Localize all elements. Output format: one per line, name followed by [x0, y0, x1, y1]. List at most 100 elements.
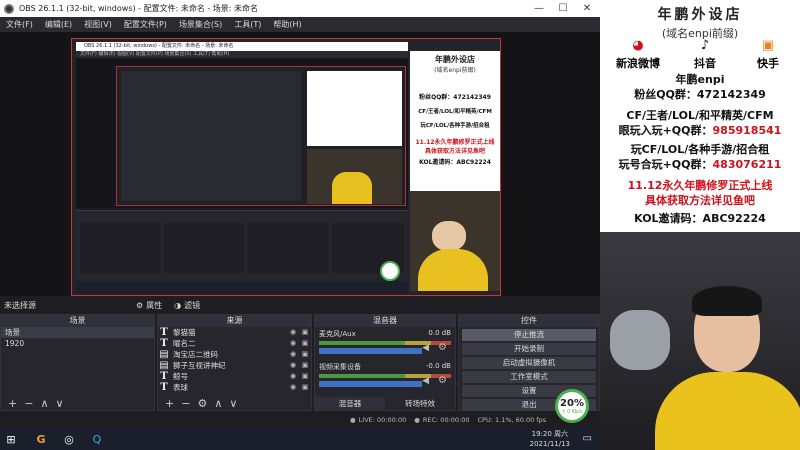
menu-tools[interactable]: 工具(T): [234, 19, 261, 30]
live-icon: ●: [350, 415, 356, 424]
canvas-overlay-panel: 年鹏外设店 (域名enpi前缀) 粉丝QQ群：472142349 CF/王者/L…: [410, 51, 500, 291]
volume-slider[interactable]: [319, 381, 422, 387]
overlay-line9: KOL邀请码：ABC92224: [634, 212, 766, 225]
scenes-title: 场景: [1, 315, 154, 327]
eye-icon[interactable]: ◉: [287, 338, 299, 349]
app-q-icon[interactable]: Q: [86, 428, 108, 450]
source-row[interactable]: T 曜名二 ◉ ▣: [158, 338, 311, 349]
social-label: 新浪微博: [616, 57, 660, 70]
close-icon[interactable]: ✕: [576, 0, 598, 17]
track-db: 0.0 dB: [428, 329, 451, 337]
source-row[interactable]: ▤ 狮子互视讲神纪 ◉ ▣: [158, 360, 311, 371]
speaker-icon[interactable]: ◀: [422, 343, 429, 353]
cpu-percent: 20%: [560, 398, 584, 409]
properties-button[interactable]: 属性: [146, 300, 162, 311]
person-hair: [692, 286, 762, 316]
windows-start-icon[interactable]: ⊞: [0, 428, 22, 450]
start-recording-button[interactable]: 开始录制: [462, 343, 596, 355]
canvas-overlay-line8: 具体获取方法详见鱼吧: [424, 148, 485, 155]
filters-icon[interactable]: ◑: [174, 301, 181, 310]
gear-icon[interactable]: ⚙: [438, 342, 447, 353]
add-scene-icon[interactable]: +: [8, 397, 17, 410]
source-label: 淘宝店二维码: [173, 350, 218, 359]
source-row[interactable]: T 表球 ◉ ▣: [158, 382, 311, 393]
kuaishou-icon: ▣: [761, 38, 775, 53]
move-down-icon[interactable]: ∨: [229, 397, 237, 410]
menu-edit[interactable]: 编辑(E): [45, 19, 72, 30]
taskbar: ⊞ G ◎ Q 19:20 周六 2021/11/13 ▭: [0, 428, 600, 450]
source-row[interactable]: T 鲸号 ◉ ▣: [158, 371, 311, 382]
obs-taskbar-icon[interactable]: ◎: [58, 428, 80, 450]
source-row[interactable]: T 黎猫猫 ◉ ▣: [158, 327, 311, 338]
studio-mode-button[interactable]: 工作室模式: [462, 371, 596, 383]
preview-canvas[interactable]: OBS 26.1.1 (32-bit, windows) - 配置文件: 未命名…: [71, 38, 501, 296]
eye-icon[interactable]: ◉: [287, 371, 299, 382]
overlay-line8: 具体获取方法详见鱼吧: [645, 194, 755, 207]
virtual-camera-button[interactable]: 启动虚拟摄像机: [462, 357, 596, 369]
move-down-icon[interactable]: ∨: [56, 397, 64, 410]
lock-icon[interactable]: ▣: [299, 349, 311, 360]
volume-meter: [319, 341, 451, 345]
tab-mixer[interactable]: 混音器: [315, 397, 385, 410]
scene-item[interactable]: 场景: [1, 327, 154, 338]
preview-area[interactable]: OBS 26.1.1 (32-bit, windows) - 配置文件: 未命名…: [0, 32, 600, 296]
gear-icon[interactable]: ⚙: [438, 375, 447, 386]
maximize-icon[interactable]: ☐: [552, 0, 574, 17]
move-up-icon[interactable]: ∧: [40, 397, 48, 410]
remove-scene-icon[interactable]: −: [24, 397, 33, 410]
tab-transitions[interactable]: 转场特效: [385, 397, 455, 410]
mixer-track: 视频采集设备 -0.0 dB ◀ ⚙: [315, 360, 455, 393]
eye-icon[interactable]: ◉: [287, 349, 299, 360]
eye-icon[interactable]: ◉: [287, 360, 299, 371]
menu-scene-collection[interactable]: 场景集合(S): [179, 19, 222, 30]
dock-area: 未选择源 ⚙ 属性 ◑ 滤镜 场景 场景 1920 + − ∧ ∨ 来源 T 黎…: [0, 296, 600, 411]
image-source-icon: ▤: [159, 349, 169, 360]
cpu-usage: CPU: 1.1%, 60.00 fps: [477, 415, 547, 424]
rec-time: REC: 00:00:00: [422, 415, 470, 424]
speaker-icon[interactable]: ◀: [422, 376, 429, 386]
add-source-icon[interactable]: +: [165, 397, 174, 410]
social-label: 快手: [757, 57, 779, 70]
lock-icon[interactable]: ▣: [299, 338, 311, 349]
canvas-overlay-line7: 11.12永久年鹏修罗正式上线: [415, 139, 495, 146]
minimize-icon[interactable]: —: [528, 0, 550, 17]
app-g-icon[interactable]: G: [30, 428, 52, 450]
volume-slider[interactable]: [319, 348, 422, 354]
nested-canvas: [116, 66, 406, 206]
source-settings-icon[interactable]: ⚙: [197, 397, 207, 410]
weibo-icon: ◕: [632, 38, 644, 53]
window-title: OBS 26.1.1 (32-bit, windows) - 配置文件: 未命名…: [19, 4, 259, 13]
canvas-overlay-subtitle: (域名enpi前缀): [434, 67, 476, 74]
menu-view[interactable]: 视图(V): [84, 19, 112, 30]
source-row[interactable]: ▤ 淘宝店二维码 ◉ ▣: [158, 349, 311, 360]
overlay-title: 年鹏外设店: [657, 7, 743, 23]
remove-source-icon[interactable]: −: [181, 397, 190, 410]
lock-icon[interactable]: ▣: [299, 382, 311, 393]
overlay-line6: 玩号合玩+QQ群：483076211: [618, 158, 782, 171]
obs-window: OBS 26.1.1 (32-bit, windows) - 配置文件: 未命名…: [0, 0, 600, 428]
filters-button[interactable]: 滤镜: [184, 300, 200, 311]
source-label: 狮子互视讲神纪: [173, 361, 226, 370]
mixer-track: 麦克风/Aux 0.0 dB ◀ ⚙: [315, 327, 455, 360]
overlay-line2: 粉丝QQ群：472142349: [634, 88, 766, 101]
overlay-line5: 玩CF/LOL/各种手游/招合租: [630, 143, 770, 156]
eye-icon[interactable]: ◉: [287, 382, 299, 393]
menu-profile[interactable]: 配置文件(P): [124, 19, 167, 30]
sources-title: 来源: [158, 315, 311, 327]
canvas-overlay-line9: KOL邀请码：ABC92224: [419, 159, 491, 166]
lock-icon[interactable]: ▣: [299, 327, 311, 338]
menu-help[interactable]: 帮助(H): [273, 19, 301, 30]
scene-item[interactable]: 1920: [1, 338, 154, 349]
move-up-icon[interactable]: ∧: [214, 397, 222, 410]
lock-icon[interactable]: ▣: [299, 360, 311, 371]
lock-icon[interactable]: ▣: [299, 371, 311, 382]
obs-logo-icon: [4, 3, 14, 14]
stop-streaming-button[interactable]: 停止推流: [462, 329, 596, 341]
notification-icon[interactable]: ▭: [583, 433, 592, 444]
properties-icon[interactable]: ⚙: [136, 301, 143, 310]
menu-file[interactable]: 文件(F): [6, 19, 33, 30]
volume-meter: [319, 374, 451, 378]
eye-icon[interactable]: ◉: [287, 327, 299, 338]
clock[interactable]: 19:20 周六 2021/11/13: [530, 429, 570, 449]
canvas-overlay-line5: 玩CF/LOL/各种手游/招合租: [420, 123, 490, 129]
